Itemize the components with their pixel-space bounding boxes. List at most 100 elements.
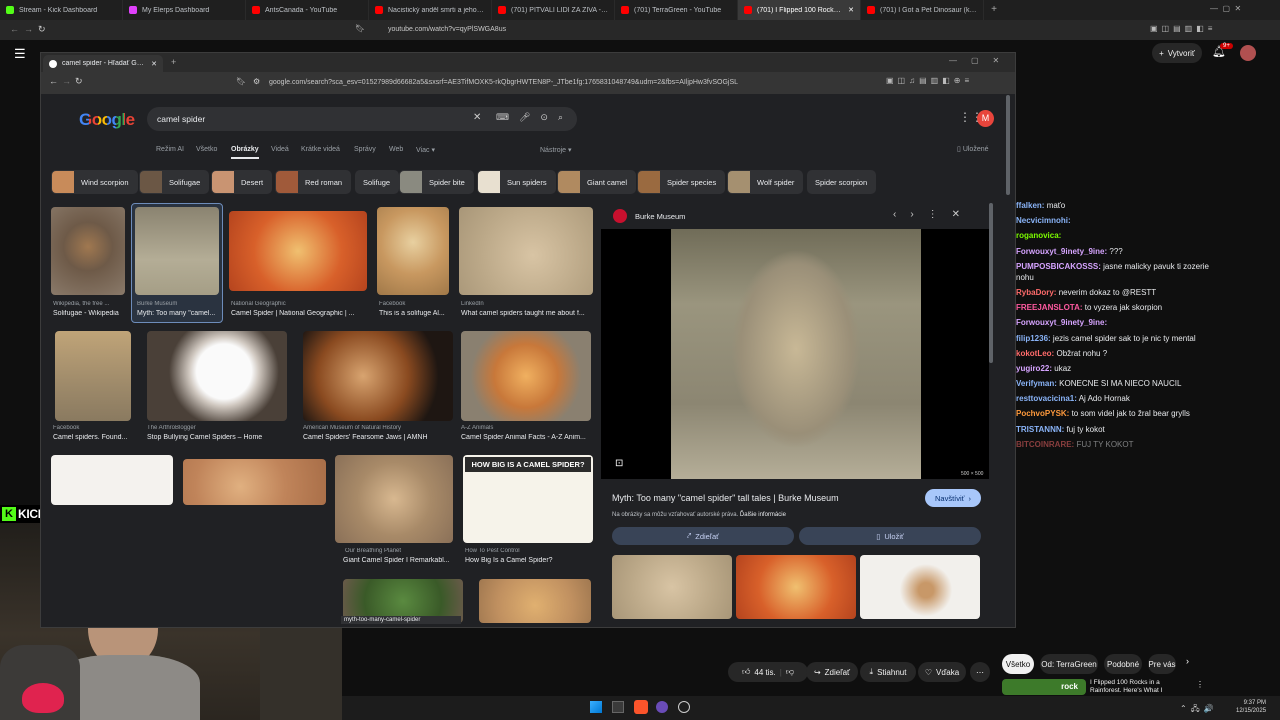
result-image[interactable] — [51, 207, 125, 295]
thanks-button[interactable]: ♡ Vďaka — [918, 662, 966, 682]
filter-chip[interactable]: Sun spiders — [477, 170, 556, 194]
result-title[interactable]: Solifugae - Wikipedia — [53, 310, 127, 317]
site-info-icon[interactable]: ⚙ — [253, 77, 260, 86]
nav-web[interactable]: Web — [389, 146, 403, 153]
inner-url-field[interactable]: google.com/search?sca_esv=01527989d66682… — [269, 76, 739, 90]
nav-videos[interactable]: Videá — [271, 146, 289, 153]
related-image[interactable] — [860, 555, 980, 619]
close-icon[interactable]: ✕ — [848, 6, 854, 14]
result-title[interactable]: This is a solifuge Al... — [379, 310, 449, 317]
outer-tab[interactable]: Nacistický anděl smrti a jeho strašliv — [369, 0, 492, 20]
bookmark-icon[interactable]: 🔖︎ — [355, 24, 365, 33]
result-image[interactable] — [335, 455, 453, 543]
system-clock[interactable]: 9:37 PM 12/15/2025 — [1236, 699, 1266, 715]
obs-icon[interactable] — [678, 701, 690, 713]
result-title[interactable]: Camel spiders. Found... — [53, 434, 133, 441]
result-image[interactable] — [51, 455, 173, 505]
like-button[interactable]: 👍︎ 44 tis. | 👎︎ — [728, 662, 808, 682]
visit-button[interactable]: Navštíviť › — [925, 489, 981, 507]
filter-chip[interactable]: Pre vás — [1148, 654, 1176, 674]
filter-chip[interactable]: Solifugae — [139, 170, 210, 194]
google-logo[interactable]: Google — [79, 110, 135, 130]
outer-tab[interactable]: (701) TerraGreen - YouTube — [615, 0, 738, 20]
learn-more-link[interactable]: Ďalšie informácie — [740, 512, 786, 518]
share-button[interactable]: ↪ Zdieľať — [806, 662, 858, 682]
avatar[interactable] — [1240, 45, 1256, 61]
outer-tab[interactable]: (701) PITVALI LIDI ZA ŽIVA - šokující — [492, 0, 615, 20]
result-title[interactable]: Camel Spider | National Geographic | ... — [231, 310, 361, 317]
filter-chip[interactable]: Podobné — [1104, 654, 1142, 674]
save-button[interactable]: ▯ Uložiť — [799, 527, 981, 545]
preview-image[interactable] — [671, 229, 921, 479]
result-image[interactable] — [377, 207, 449, 295]
panel-nav-controls[interactable]: ‹›⋮✕ — [893, 209, 974, 220]
outer-tab[interactable]: Stream - Kick Dashboard — [0, 0, 123, 20]
result-title[interactable]: Camel Spider Animal Facts - A-Z Anim... — [461, 434, 591, 441]
tools-menu[interactable]: Nástroje ▾ — [540, 146, 572, 154]
system-tray-icons[interactable]: ⌃🖧🔊 — [1180, 703, 1218, 717]
result-image[interactable] — [303, 331, 453, 421]
nav-images[interactable]: Obrázky — [231, 146, 259, 159]
reload-icon[interactable]: ↻ — [75, 76, 83, 87]
result-image[interactable] — [183, 459, 326, 505]
filter-chip[interactable]: Desert — [211, 170, 273, 194]
result-infographic[interactable]: HOW BIG IS A CAMEL SPIDER? — [463, 455, 593, 543]
close-icon[interactable]: ✕ — [151, 60, 157, 68]
result-title[interactable]: Stop Bullying Camel Spiders – Home — [147, 434, 287, 441]
search-tools-icons[interactable]: ⌨🎤︎⊙⌕ — [496, 112, 573, 123]
filter-chip[interactable]: Wolf spider — [727, 170, 804, 194]
new-tab-icon[interactable]: + — [984, 0, 1004, 20]
result-image[interactable] — [147, 331, 287, 421]
filter-chip[interactable]: Od: TerraGreen — [1040, 654, 1098, 674]
outer-url-field[interactable]: youtube.com/watch?v=qyPlSWGA8us — [368, 23, 838, 37]
filter-chip-all[interactable]: Všetko — [1002, 654, 1034, 674]
saved-link[interactable]: ▯ Uložené — [957, 145, 989, 153]
reload-icon[interactable]: ↻ — [38, 24, 46, 35]
page-scrollbar[interactable] — [1006, 95, 1010, 195]
bookmark-icon[interactable]: 🔖︎ — [236, 77, 246, 86]
outer-tab[interactable]: (701) I Got a Pet Dinosaur (kinda) — [861, 0, 984, 20]
more-vert-icon[interactable]: ⋮ — [1196, 680, 1204, 689]
panel-title[interactable]: Myth: Too many "camel spider" tall tales… — [612, 493, 912, 503]
back-icon[interactable]: ← — [10, 24, 19, 34]
nav-short-videos[interactable]: Krátke videá — [301, 146, 340, 153]
forward-icon[interactable]: → — [62, 76, 71, 86]
result-title[interactable]: Myth: Too many "camel... — [137, 310, 217, 317]
nav-ai-mode[interactable]: Režim AI — [156, 146, 184, 153]
inner-tab-active[interactable]: camel spider - Hľadať Googlom✕ — [43, 55, 163, 72]
account-avatar[interactable]: M — [977, 110, 994, 127]
outer-tab-active[interactable]: (701) I Flipped 100 Rocks at Nig✕ — [738, 0, 861, 20]
nav-all[interactable]: Všetko — [196, 146, 217, 153]
result-title[interactable]: How Big Is a Camel Spider? — [465, 557, 591, 564]
share-button[interactable]: ⤤ Zdieľať — [612, 527, 794, 545]
download-button[interactable]: ⤓ Stiahnut — [860, 662, 916, 682]
brave-browser-icon[interactable] — [634, 700, 648, 714]
filter-chip[interactable]: Solifuge — [355, 170, 400, 194]
window-controls[interactable]: —▢✕ — [949, 56, 1013, 65]
windows-start-icon[interactable] — [590, 701, 602, 713]
result-image[interactable] — [459, 207, 593, 295]
result-image[interactable] — [479, 579, 591, 623]
result-title[interactable]: Giant Camel Spider I Remarkabl... — [343, 557, 455, 564]
outer-tab[interactable]: My Elerps Dashboard — [123, 0, 246, 20]
create-button[interactable]: + Vytvoriť — [1152, 43, 1202, 63]
scrollbar[interactable] — [989, 203, 993, 363]
extensions-icon[interactable]: ▣◫▤▥◧≡ — [1150, 24, 1216, 33]
hamburger-menu-icon[interactable]: ☰ — [14, 46, 26, 62]
extensions-icon[interactable]: ▣◫♫▤▥◧⊕≡ — [886, 76, 973, 85]
new-tab-icon[interactable]: + — [171, 57, 176, 67]
result-title[interactable]: Camel Spiders' Fearsome Jaws | AMNH — [303, 434, 453, 441]
more-actions-button[interactable]: ⋯ — [970, 662, 990, 682]
file-explorer-icon[interactable] — [612, 701, 624, 713]
app-icon[interactable] — [656, 701, 668, 713]
lens-search-icon[interactable]: ⊡ — [615, 458, 623, 469]
chevron-right-icon[interactable]: › — [1186, 656, 1189, 666]
nav-more[interactable]: Viac ▾ — [416, 146, 435, 154]
result-title[interactable]: What camel spiders taught me about f... — [461, 310, 591, 317]
filter-chip[interactable]: Giant camel — [557, 170, 637, 194]
result-image[interactable] — [55, 331, 131, 421]
recommended-video-thumbnail[interactable]: rock — [1002, 679, 1086, 695]
window-controls[interactable]: — ▢ ✕ — [1210, 4, 1241, 13]
clear-icon[interactable]: ✕ — [473, 112, 481, 123]
outer-tab[interactable]: AntsCanada - YouTube — [246, 0, 369, 20]
